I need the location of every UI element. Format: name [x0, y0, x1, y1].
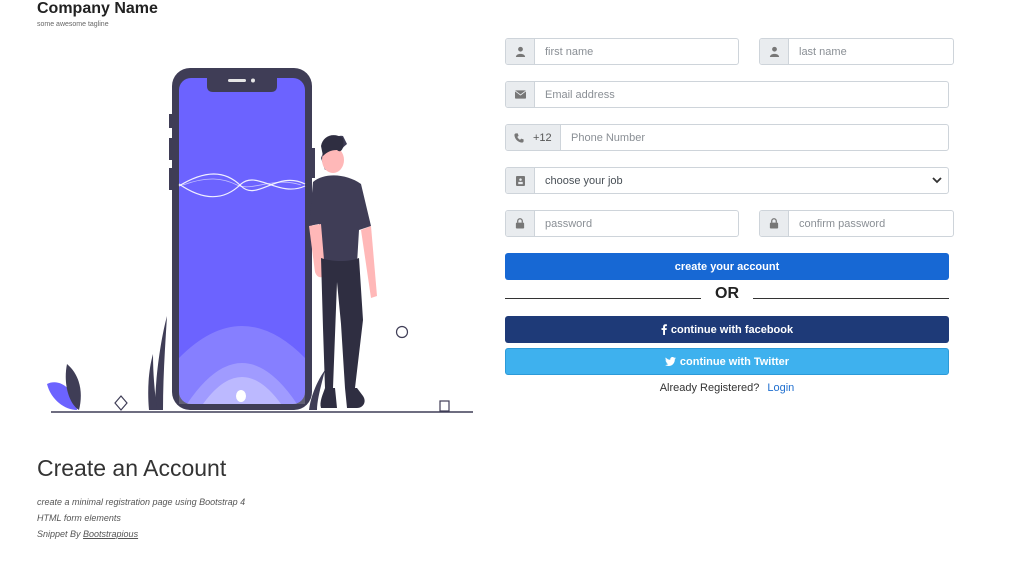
last-name-group — [759, 38, 954, 65]
company-tagline: some awesome tagline — [37, 21, 109, 28]
or-divider: OR — [505, 282, 949, 306]
facebook-icon — [661, 324, 667, 335]
phone-group: +12 — [505, 124, 949, 151]
phone-country-code[interactable]: +12 — [533, 132, 552, 144]
phone-person-illustration — [47, 68, 473, 413]
divider-line-right — [753, 297, 949, 299]
confirm-password-input[interactable] — [789, 211, 953, 236]
user-icon — [760, 39, 789, 64]
last-name-input[interactable] — [789, 39, 953, 64]
info-description-1: create a minimal registration page using… — [37, 497, 246, 507]
info-credit-prefix: Snippet By — [37, 529, 84, 539]
divider-line-left — [505, 297, 701, 299]
login-row: Already Registered? Login — [505, 382, 949, 394]
info-credit: Snippet By Bootstrapious — [37, 526, 245, 542]
job-select[interactable]: choose your job — [535, 168, 948, 193]
login-link[interactable]: Login — [767, 382, 794, 394]
lock-icon — [760, 211, 789, 236]
facebook-button-label: continue with facebook — [670, 323, 794, 336]
chevron-down-icon — [932, 177, 942, 184]
first-name-group — [505, 38, 739, 65]
confirm-password-group — [759, 210, 954, 237]
info-section: Create an Account create a minimal regis… — [37, 455, 245, 542]
phone-icon — [514, 132, 524, 143]
create-account-button[interactable]: create your account — [505, 253, 949, 280]
facebook-button[interactable]: continue with facebook — [505, 316, 949, 343]
registration-form: +12 choose your job — [505, 38, 954, 394]
company-name: Company Name — [37, 0, 158, 17]
envelope-icon — [506, 82, 535, 107]
bootstrapious-link[interactable]: Bootstrapious — [83, 529, 138, 539]
lock-icon — [506, 211, 535, 236]
info-description-2: HTML form elements — [37, 513, 121, 523]
password-input[interactable] — [535, 211, 738, 236]
or-label: OR — [715, 285, 739, 302]
job-group: choose your job — [505, 167, 949, 194]
password-group — [505, 210, 739, 237]
email-input[interactable] — [535, 82, 948, 107]
phone-input[interactable] — [561, 125, 948, 150]
phone-code-addon: +12 — [506, 125, 561, 150]
twitter-icon — [665, 357, 676, 366]
first-name-input[interactable] — [535, 39, 738, 64]
user-icon — [506, 39, 535, 64]
twitter-button-label: continue with Twitter — [679, 355, 790, 368]
twitter-button[interactable]: continue with Twitter — [505, 348, 949, 375]
brand: Company Name some awesome tagline — [37, 0, 158, 28]
email-group — [505, 81, 949, 108]
id-card-icon — [506, 168, 535, 193]
page-title: Create an Account — [37, 455, 227, 481]
already-registered-text: Already Registered? — [659, 382, 760, 394]
job-select-value: choose your job — [545, 174, 623, 187]
